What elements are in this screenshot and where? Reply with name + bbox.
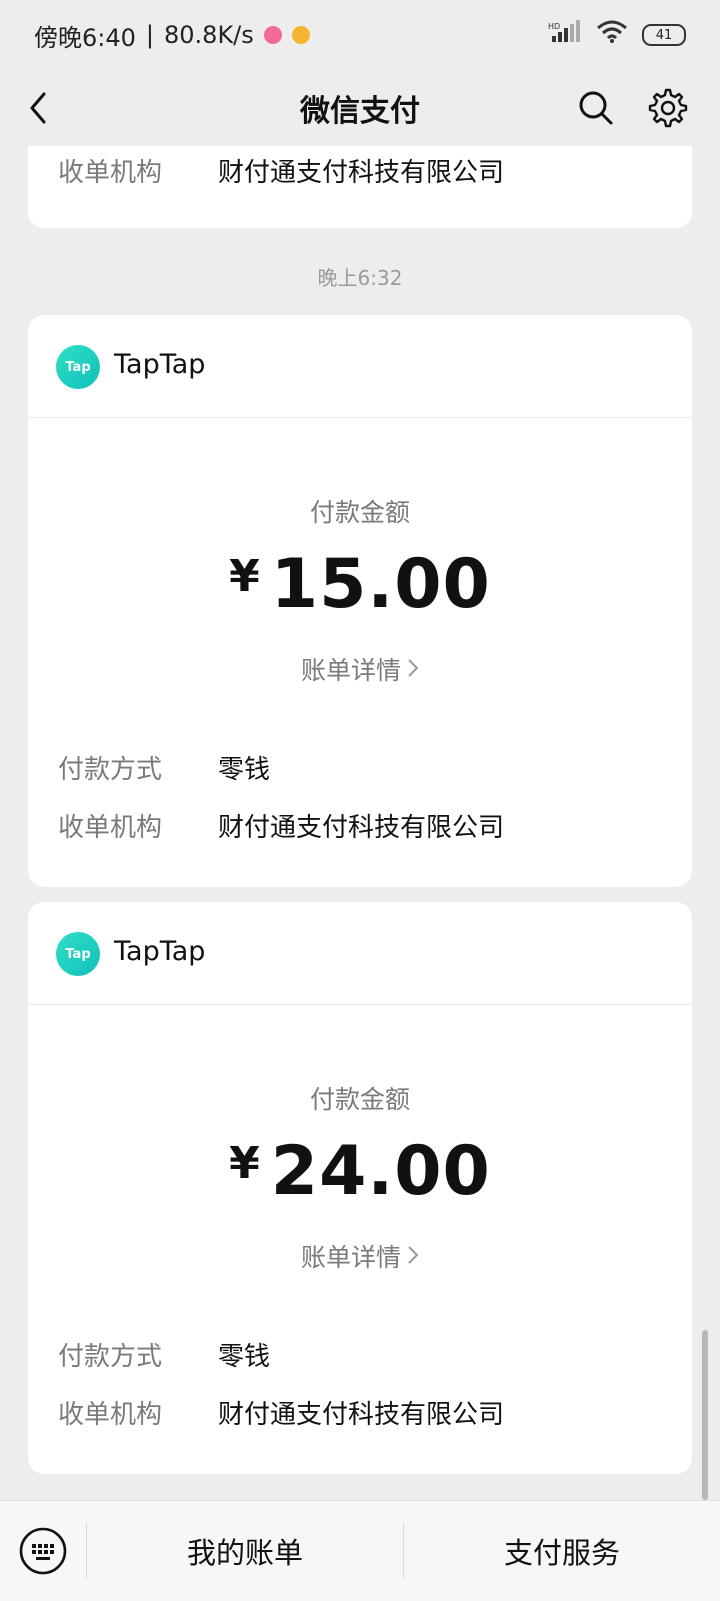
notification-app-icon <box>263 26 282 44</box>
battery-level: 41 <box>655 27 673 43</box>
acquirer-label: 收单机构 <box>58 158 163 188</box>
acquirer-label: 收单机构 <box>58 813 163 843</box>
signal-icon: HD <box>548 20 582 50</box>
wifi-icon <box>596 20 628 50</box>
acquirer-label: 收单机构 <box>58 1400 163 1430</box>
taptap-logo-icon: Tap <box>56 345 100 389</box>
acquirer-row: 收单机构 财付通支付科技有限公司 <box>58 152 672 189</box>
chevron-right-icon <box>407 1244 419 1272</box>
currency-symbol: ¥ <box>229 551 261 602</box>
pay-method-value: 零钱 <box>218 1342 271 1372</box>
bill-detail-label: 账单详情 <box>300 656 401 685</box>
amount-value: ¥15.00 <box>28 545 692 624</box>
amount-label: 付款金额 <box>309 498 410 527</box>
status-speed: 80.8K/s <box>164 21 254 49</box>
status-divider: | <box>145 21 154 49</box>
acquirer-row: 收单机构 财付通支付科技有限公司 <box>58 1394 672 1431</box>
amount-value: ¥24.00 <box>28 1132 692 1211</box>
nav-bar: 微信支付 <box>0 70 720 146</box>
amount-number: 15.00 <box>270 545 491 624</box>
settings-button[interactable] <box>644 84 692 132</box>
status-time: 傍晚6:40 <box>34 23 136 52</box>
merchant-name: TapTap <box>114 349 206 380</box>
pay-method-value: 零钱 <box>218 755 271 785</box>
merchant-name: TapTap <box>114 936 206 967</box>
pay-method-row: 付款方式 零钱 <box>58 749 672 786</box>
bill-detail-link[interactable]: 账单详情 <box>28 1238 692 1274</box>
my-bills-menu[interactable]: 我的账单 <box>87 1530 403 1572</box>
acquirer-value: 财付通支付科技有限公司 <box>218 158 505 188</box>
currency-symbol: ¥ <box>229 1138 261 1189</box>
pay-method-row: 付款方式 零钱 <box>58 1336 672 1373</box>
keyboard-toggle-button[interactable] <box>0 1501 86 1601</box>
status-left: 傍晚6:40 | 80.8K/s <box>34 18 310 53</box>
payment-card: Tap TapTap 付款金额 ¥24.00 账单详情 付款方式 零钱 收单机构… <box>28 902 692 1474</box>
bill-detail-link[interactable]: 账单详情 <box>28 651 692 687</box>
payment-card: Tap TapTap 付款金额 ¥15.00 账单详情 付款方式 零钱 收单机构… <box>28 315 692 887</box>
merchant-header[interactable]: Tap TapTap <box>28 902 692 1005</box>
status-bar: 傍晚6:40 | 80.8K/s HD 41 <box>0 0 720 70</box>
merchant-header[interactable]: Tap TapTap <box>28 315 692 418</box>
acquirer-value: 财付通支付科技有限公司 <box>218 1400 505 1430</box>
status-right: HD 41 <box>548 20 686 50</box>
search-icon <box>579 91 613 125</box>
time-separator: 晚上6:32 <box>317 266 403 290</box>
notification-app-icon-2 <box>291 26 310 44</box>
gear-icon <box>648 88 688 128</box>
hd-label: HD <box>548 22 560 31</box>
chevron-right-icon <box>407 657 419 685</box>
acquirer-value: 财付通支付科技有限公司 <box>218 813 505 843</box>
battery-icon: 41 <box>642 24 686 46</box>
amount-number: 24.00 <box>270 1132 491 1211</box>
scrollbar[interactable] <box>702 1330 708 1500</box>
search-button[interactable] <box>572 84 620 132</box>
bottom-menu-bar: 我的账单 支付服务 <box>0 1500 720 1601</box>
amount-label: 付款金额 <box>309 1085 410 1114</box>
pay-services-menu[interactable]: 支付服务 <box>404 1530 720 1572</box>
top-partial-card: 收单机构 财付通支付科技有限公司 <box>28 146 692 228</box>
pay-method-label: 付款方式 <box>58 1342 163 1372</box>
keyboard-icon <box>19 1527 67 1575</box>
bill-detail-label: 账单详情 <box>300 1243 401 1272</box>
pay-method-label: 付款方式 <box>58 755 163 785</box>
acquirer-row: 收单机构 财付通支付科技有限公司 <box>58 807 672 844</box>
taptap-logo-icon: Tap <box>56 932 100 976</box>
